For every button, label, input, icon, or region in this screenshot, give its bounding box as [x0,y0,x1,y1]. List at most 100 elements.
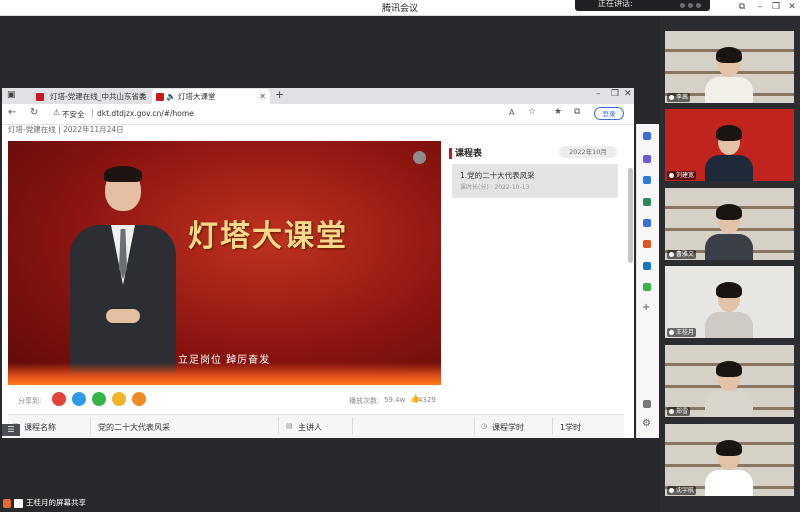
collections-icon[interactable]: ⧉ [574,107,580,117]
tab-label: 灯塔大课堂 [178,92,216,101]
share-label: 分享到: [18,397,42,405]
participant-tile[interactable]: 王桂月 [665,266,794,338]
speaker-icon: ▤ [286,422,293,430]
participant-hair [716,440,742,456]
like-count-value: 4329 [418,396,436,404]
new-tab-icon[interactable]: + [275,88,284,101]
anchor-hands [106,309,140,323]
participant-name: 曹雅文 [667,250,697,259]
participant-name: 王桂月 [667,328,697,337]
tab-party-online[interactable]: 灯塔-党建在线_中共山东省委组 ✕ [24,89,150,116]
participant-tile[interactable]: 刘建宽 [665,109,794,181]
hours-value: 1学时 [560,423,582,432]
favorite-add-icon[interactable]: ☆ [528,107,536,117]
restore-icon[interactable]: ❐ [769,2,783,12]
participant-hair [716,204,742,220]
office-icon[interactable] [643,240,651,248]
back-icon[interactable]: ← [8,107,16,118]
participant-body [705,155,753,181]
tab-course[interactable]: 🔈 灯塔大课堂 ✕ [152,89,270,104]
participant-hair [716,125,742,141]
warning-icon[interactable]: ⚠ [53,108,60,117]
games-icon[interactable] [643,219,651,227]
participant-tile[interactable]: 李茜 [665,31,794,103]
participant-tile[interactable]: 沈宇航 [665,424,794,496]
view-count-label: 播放次数: [349,397,380,405]
speaking-indicator [575,0,710,11]
course-item-title[interactable]: 1.党的二十大代表风采 [460,170,535,181]
video-player[interactable]: 灯塔大课堂 立足岗位 踔厉奋发 [8,141,441,385]
course-name-label: 课程名称 [24,423,56,432]
tab-actions-icon[interactable]: ▣ [7,90,16,100]
qq-share-icon[interactable] [72,392,86,406]
outlook-icon[interactable] [643,262,651,270]
participant-name: 刘建宽 [667,171,697,180]
course-panel-heading: 课程表 [455,149,483,159]
close-browser-icon[interactable]: ✕ [624,89,632,99]
settings-icon[interactable]: ⚙ [642,418,651,429]
read-aloud-icon[interactable]: A [509,108,514,117]
divider [474,417,475,435]
participant-hair [716,47,742,63]
view-count-value: 59.4w [384,396,406,404]
course-item-subtitle: 课时长(分) · 2022-10-13 [460,184,530,191]
restore-browser-icon[interactable]: ❐ [611,89,619,99]
participant-tile[interactable]: 曹雅文 [665,188,794,260]
course-info-row: ▤ 课程名称 党的二十大代表风采 ▤ 主讲人 ◷ 课程学时 1学时 [8,414,624,437]
course-name-value: 党的二十大代表风采 [98,423,170,432]
minimize-icon[interactable]: – [753,2,767,12]
audio-icon[interactable]: 🔈 [166,89,176,104]
participant-body [705,77,753,103]
page-scrollbar[interactable] [628,168,633,263]
close-tab-icon[interactable]: ✕ [259,89,266,104]
minimize-browser-icon[interactable]: – [596,89,601,99]
panel-toggle-icon[interactable] [643,400,651,408]
menu-icon[interactable]: ☰ [2,424,20,436]
favorites-icon[interactable]: ★ [554,107,562,117]
dot-icon [696,3,701,8]
participant-body [705,470,753,496]
participant-name: 李茜 [667,93,691,102]
anchor-hair [104,166,142,182]
browser-window: ▣ 灯塔-党建在线_中共山东省委组 ✕ 🔈 灯塔大课堂 ✕ + – ❐ ✕ ← … [2,88,634,438]
wechat-share-icon[interactable] [92,392,106,406]
refresh-icon[interactable]: ↻ [30,107,38,118]
close-tab-icon[interactable]: ✕ [139,89,146,104]
screen-icon [14,499,23,508]
speaking-label: 正在讲话: [598,0,633,8]
site-favicon-icon [36,93,44,101]
spotify-icon[interactable] [643,283,651,291]
site-favicon-icon [156,93,164,101]
breadcrumb: 灯塔-党建在线 | 2022年11月24日 [8,125,124,134]
search-icon[interactable] [643,132,651,140]
shopping-icon[interactable] [643,176,651,184]
divider [278,417,279,435]
weibo-share-icon[interactable] [52,392,66,406]
divider [552,417,553,435]
video-title: 灯塔大课堂 [188,219,348,254]
participant-hair [716,361,742,377]
heading-accent [449,148,452,159]
divider [90,417,91,435]
url-field[interactable]: dkt.dtdjzx.gov.cn/#/home [97,109,194,118]
favorite-share-icon[interactable] [132,392,146,406]
participant-tile[interactable]: 郑雪 [665,345,794,417]
link-share-icon[interactable] [112,392,126,406]
add-icon[interactable]: + [642,302,650,313]
participant-name: 郑雪 [667,407,691,416]
close-icon[interactable]: ✕ [785,2,799,12]
participant-body [705,312,753,338]
fire-decoration [8,363,441,385]
login-button[interactable]: 登录 [594,107,624,120]
participant-hair [716,282,742,298]
discover-icon[interactable] [643,155,651,163]
dot-icon [688,3,693,8]
course-date-filter[interactable]: 2022年10月 [559,146,617,158]
window-share-icon[interactable]: ⧉ [735,2,749,12]
participant-body [705,234,753,260]
clock-icon: ◷ [481,422,488,430]
video-settings-icon[interactable] [413,151,426,164]
tools-icon[interactable] [643,198,651,206]
security-label[interactable]: 不安全 [62,109,85,120]
participant-name: 沈宇航 [667,486,697,495]
